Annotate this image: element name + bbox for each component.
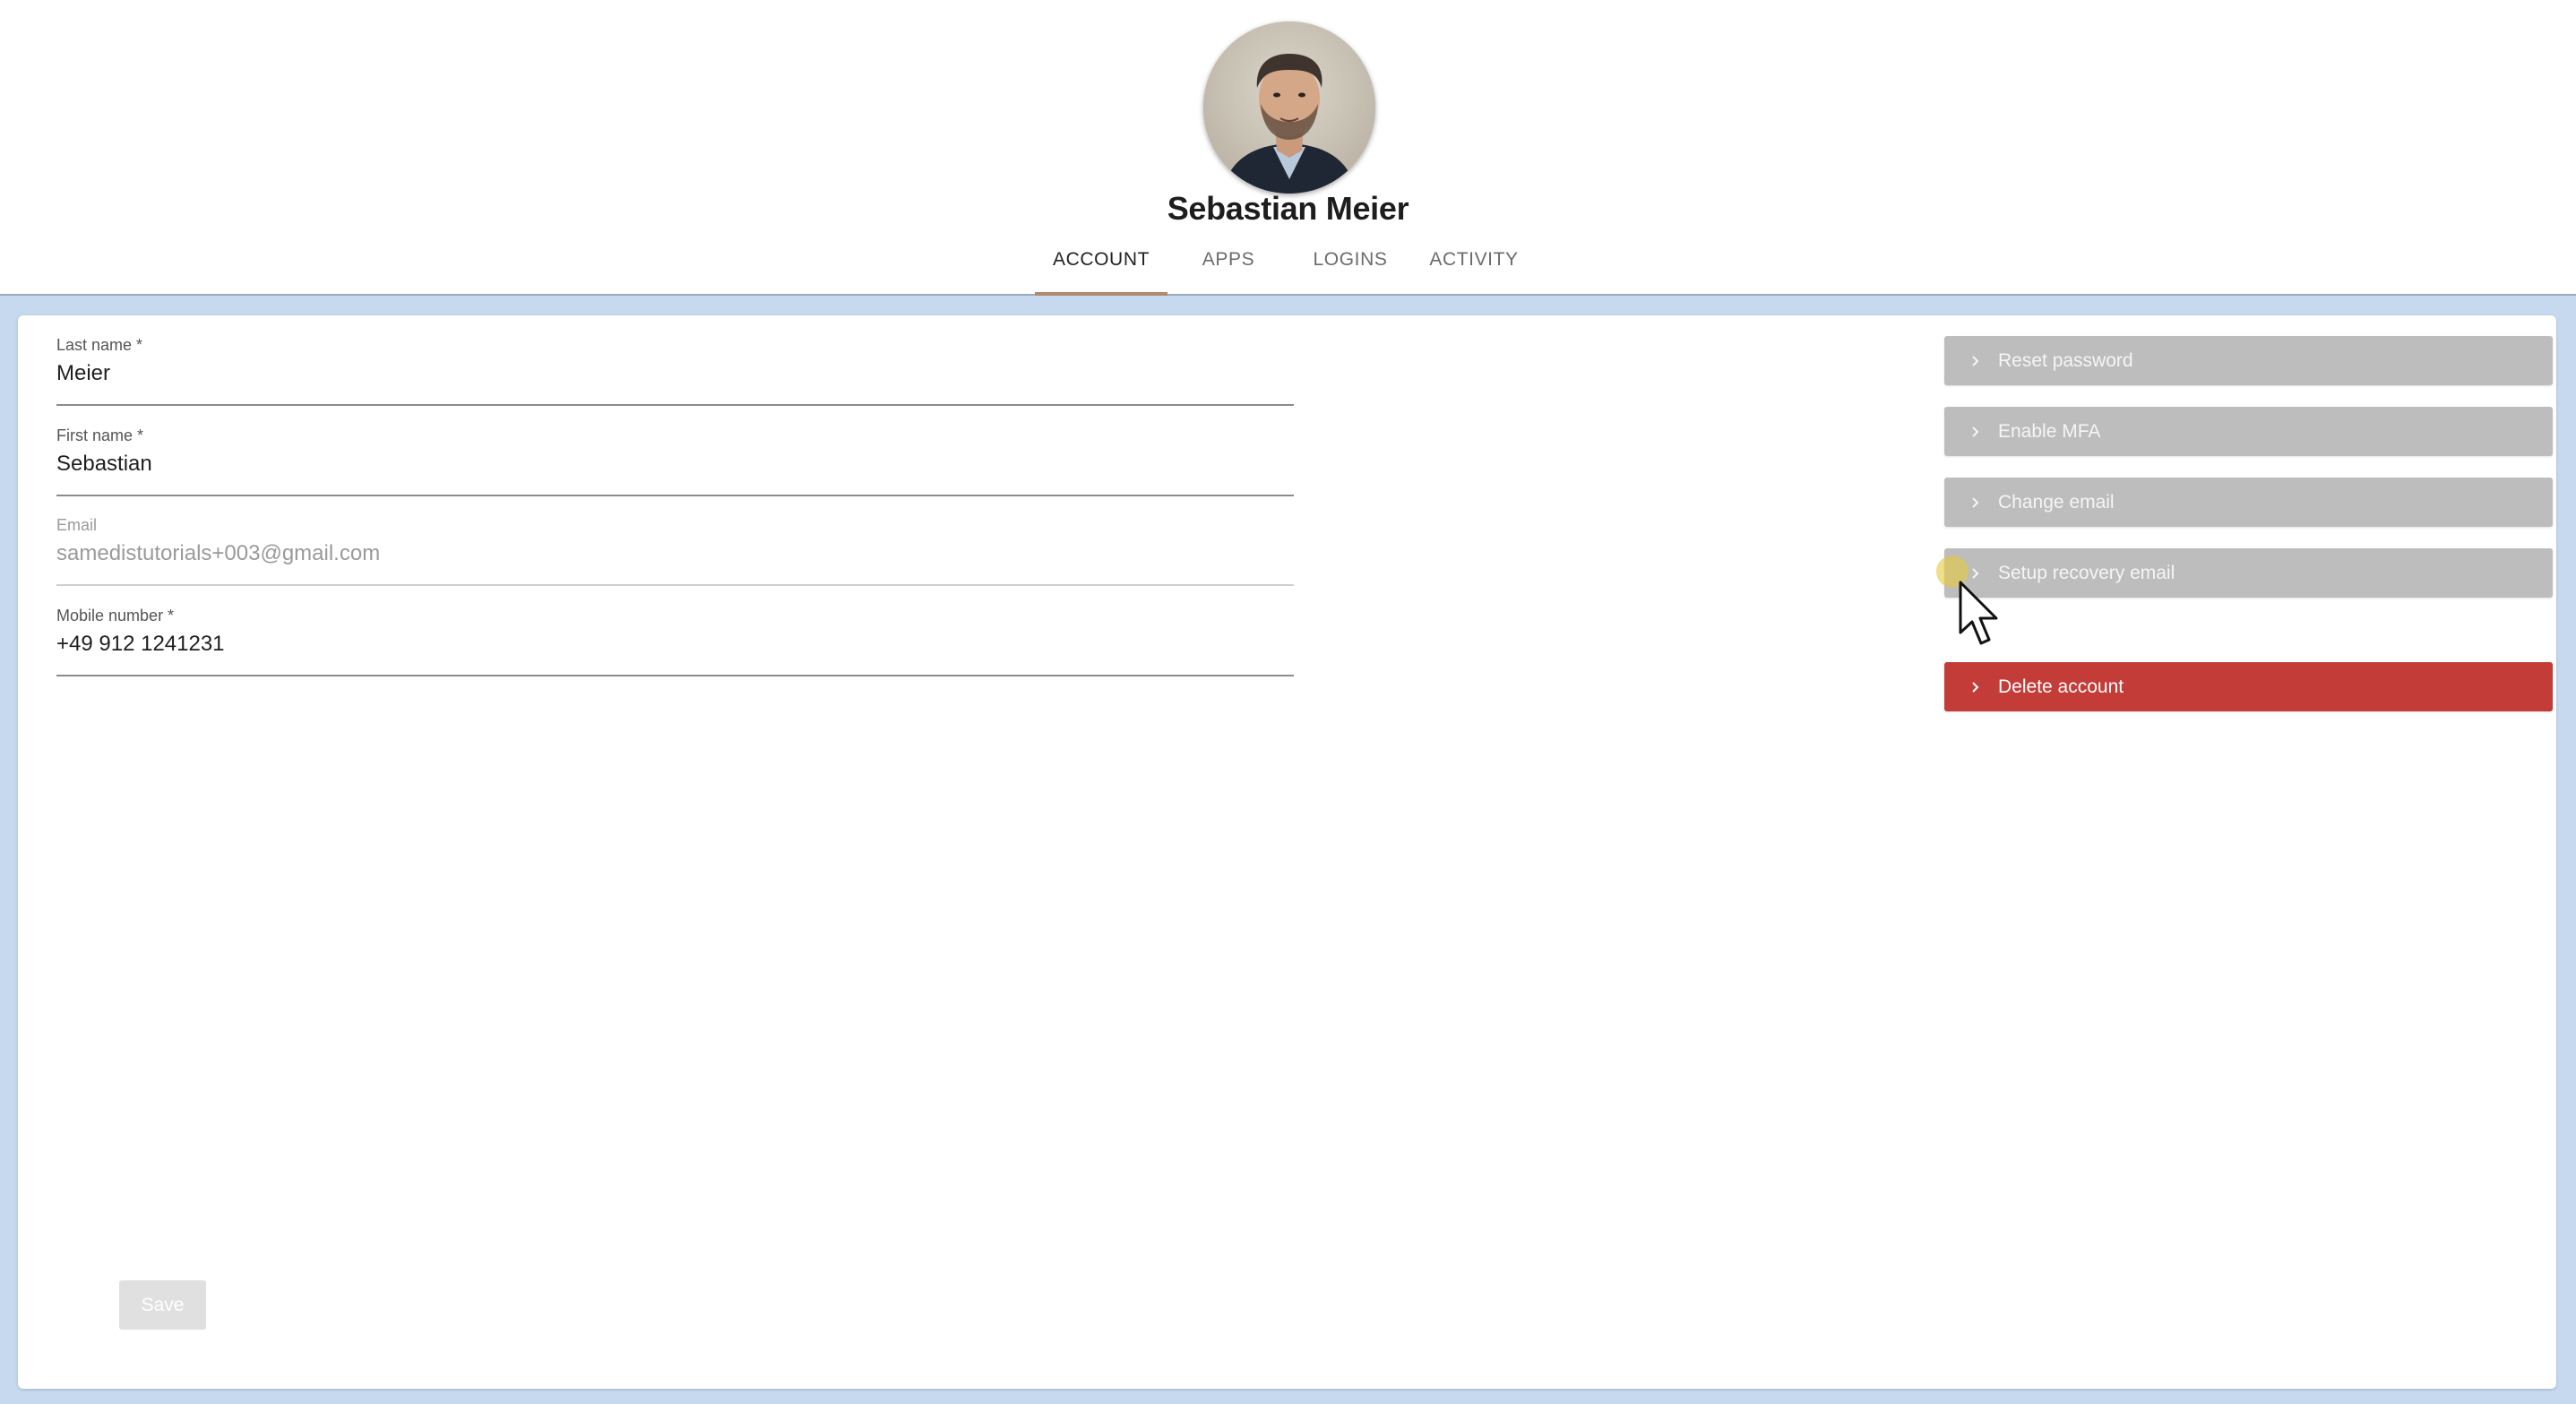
- change-email-button[interactable]: Change email: [1944, 478, 2553, 527]
- setup-recovery-email-button[interactable]: Setup recovery email: [1944, 548, 2553, 598]
- delete-account-button[interactable]: Delete account: [1944, 662, 2553, 711]
- email-value: samedistutorials+003@gmail.com: [56, 541, 381, 565]
- first-name-field[interactable]: First name * Sebastian: [56, 426, 1294, 496]
- profile-header: Sebastian Meier ACCOUNT APPS LOGINS ACTI…: [0, 0, 2576, 296]
- tab-apps[interactable]: APPS: [1167, 244, 1289, 296]
- chevron-right-icon: [1966, 493, 1986, 513]
- first-name-value: Sebastian: [56, 452, 152, 476]
- last-name-label: Last name *: [56, 336, 143, 354]
- change-email-label: Change email: [1998, 491, 2115, 513]
- first-name-label: First name *: [56, 426, 144, 444]
- last-name-field[interactable]: Last name * Meier: [56, 336, 1294, 406]
- chevron-right-icon: [1966, 351, 1986, 371]
- save-button[interactable]: Save: [119, 1280, 206, 1330]
- mouse-pointer-icon: [1959, 581, 1998, 645]
- email-label: Email: [56, 516, 98, 534]
- enable-mfa-label: Enable MFA: [1998, 420, 2101, 442]
- tab-activity[interactable]: ACTIVITY: [1411, 244, 1537, 296]
- mobile-number-label: Mobile number *: [56, 607, 175, 624]
- user-portrait-icon: [1203, 22, 1375, 194]
- chevron-right-icon: [1966, 422, 1986, 442]
- email-field: Email samedistutorials+003@gmail.com: [56, 516, 1294, 586]
- tab-logins[interactable]: LOGINS: [1289, 244, 1411, 296]
- enable-mfa-button[interactable]: Enable MFA: [1944, 407, 2553, 456]
- last-name-value: Meier: [56, 361, 111, 385]
- account-card: Last name * Meier First name * Sebastian…: [18, 315, 2556, 1389]
- reset-password-button[interactable]: Reset password: [1944, 336, 2553, 385]
- chevron-right-icon: [1966, 677, 1986, 697]
- user-name: Sebastian Meier: [1167, 190, 1409, 227]
- setup-recovery-email-label: Setup recovery email: [1998, 562, 2175, 583]
- reset-password-label: Reset password: [1998, 349, 2133, 371]
- avatar: [1203, 22, 1375, 194]
- tab-account[interactable]: ACCOUNT: [1035, 244, 1167, 296]
- mobile-number-field[interactable]: Mobile number * +49 912 1241231: [56, 607, 1294, 676]
- delete-account-label: Delete account: [1998, 676, 2124, 697]
- mobile-number-value: +49 912 1241231: [56, 632, 225, 656]
- profile-tabs: ACCOUNT APPS LOGINS ACTIVITY: [1035, 244, 1537, 296]
